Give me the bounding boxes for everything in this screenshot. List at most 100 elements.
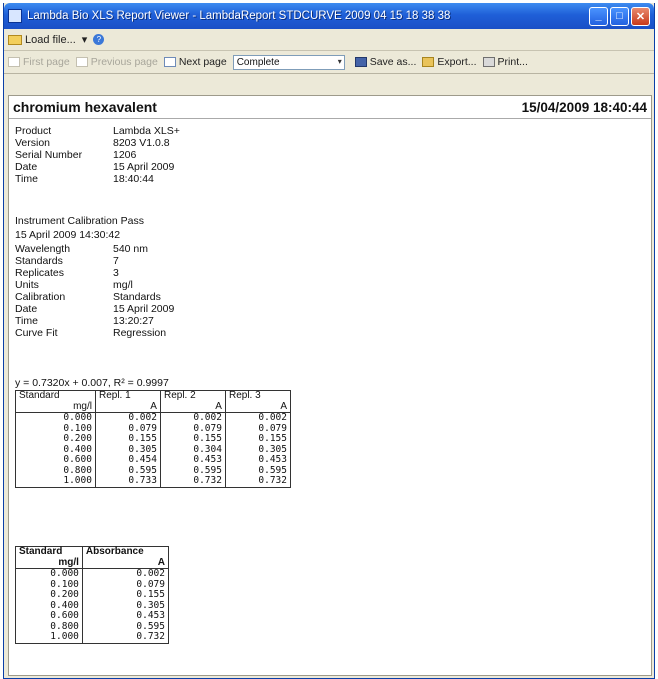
column-header-unit: A xyxy=(157,556,165,568)
table-cell: 0.000 xyxy=(15,412,96,424)
report-viewer-window: Lambda Bio XLS Report Viewer - LambdaRep… xyxy=(3,3,655,679)
app-icon xyxy=(8,9,22,23)
table-cell: 0.155 xyxy=(94,433,161,445)
table-cell: 0.454 xyxy=(94,454,161,466)
column-header-unit: A xyxy=(280,400,287,412)
report-header: chromium hexavalent 15/04/2009 18:40:44 xyxy=(9,96,651,119)
minimize-button[interactable]: _ xyxy=(589,6,608,26)
table-cell: 0.000 xyxy=(15,568,83,580)
info-key: Version xyxy=(15,137,51,149)
calibration-row: Curve Fit Regression xyxy=(15,327,174,339)
table-cell: 0.453 xyxy=(224,454,292,466)
chevron-down-icon: ▾ xyxy=(337,56,342,66)
table-cell: 1.000 xyxy=(15,631,83,644)
table-cell: 0.155 xyxy=(81,589,170,601)
help-button[interactable]: ? xyxy=(93,34,105,45)
title-bar[interactable]: Lambda Bio XLS Report Viewer - LambdaRep… xyxy=(4,3,654,29)
calibration-key: Time xyxy=(15,315,38,327)
export-icon xyxy=(422,57,435,67)
calibration-key: Units xyxy=(15,279,39,291)
column-header-label: Standard xyxy=(19,546,63,557)
replicate-table: Standard mg/l Repl. 1A Repl. 2A Repl. 3A … xyxy=(15,390,292,488)
print-label: Print... xyxy=(497,56,528,68)
column-header: Repl. 3 A xyxy=(224,390,292,413)
table-cell: 0.732 xyxy=(224,475,292,488)
report-page[interactable]: chromium hexavalent 15/04/2009 18:40:44 … xyxy=(8,95,652,676)
absorbance-table: Standard mg/l Absorbance A 0.000 0.002 0.10… xyxy=(15,546,170,644)
calibration-value: 540 nm xyxy=(113,243,149,255)
table-header-row: Standard mg/l Absorbance A xyxy=(15,546,170,569)
info-key: Product xyxy=(15,125,52,137)
export-label: Export... xyxy=(437,56,477,68)
info-row: Product Lambda XLS+ xyxy=(15,125,180,137)
product-info: Product Lambda XLS+ Version 8203 V1.0.8 Se… xyxy=(15,125,180,185)
load-file-menu[interactable]: Load file... xyxy=(8,34,76,46)
previous-page-button[interactable]: Previous page xyxy=(75,56,158,68)
table-cell: 0.453 xyxy=(159,454,226,466)
window-title: Lambda Bio XLS Report Viewer - LambdaRep… xyxy=(27,10,451,22)
calibration-value: mg/l xyxy=(113,279,133,291)
table-header-row: Standard mg/l Repl. 1 A Repl. 2 A Repl. 3 A xyxy=(15,390,292,413)
calibration-key: Wavelength xyxy=(15,243,71,255)
load-file-dropdown[interactable]: ▾ xyxy=(82,33,88,46)
report-title: chromium hexavalent xyxy=(13,99,157,115)
calibration-key: Curve Fit xyxy=(15,327,58,339)
next-page-button[interactable]: Next page xyxy=(163,56,227,68)
calibration-row: Units mg/l xyxy=(15,279,174,291)
calibration-key: Calibration xyxy=(15,291,66,303)
calibration-value: 3 xyxy=(113,267,119,279)
export-button[interactable]: Export... xyxy=(422,56,477,68)
previous-page-icon xyxy=(75,57,88,67)
next-page-label: Next page xyxy=(178,56,227,68)
first-page-button[interactable]: First page xyxy=(8,56,70,68)
table-cell: 0.600 xyxy=(15,610,83,622)
close-button[interactable]: ✕ xyxy=(631,6,650,26)
next-page-icon xyxy=(163,57,176,67)
column-header: Standard mg/l xyxy=(15,546,83,569)
info-value: 15 April 2009 xyxy=(113,161,175,173)
calibration-row: Standards 7 xyxy=(15,255,174,267)
maximize-button[interactable]: □ xyxy=(610,6,629,26)
table-cell: 0.002 xyxy=(81,568,170,580)
info-row: Date 15 April 2009 xyxy=(15,161,180,173)
calibration-info: Wavelength 540 nm Standards 7 Replicates 3 … xyxy=(15,243,174,339)
info-key: Date xyxy=(15,161,38,173)
calibration-key: Standards xyxy=(15,255,63,267)
first-page-icon xyxy=(8,57,20,67)
calibration-datetime: 15 April 2009 14:30:42 xyxy=(15,229,121,241)
table-cell: 0.002 xyxy=(224,412,292,424)
print-button[interactable]: Print... xyxy=(482,56,528,68)
table-cell: 0.453 xyxy=(81,610,170,622)
table-row: 0.600 0.453 xyxy=(15,610,170,622)
regression-equation: y = 0.7320x + 0.007, R² = 0.9997 xyxy=(15,377,169,389)
calibration-value: 13:20:27 xyxy=(113,315,154,327)
calibration-value: 15 April 2009 xyxy=(113,303,175,315)
table-cell: 0.200 xyxy=(15,433,96,445)
calibration-value: 7 xyxy=(113,255,119,267)
table-cell: 0.732 xyxy=(81,631,170,644)
column-header-label: Standard xyxy=(19,390,60,401)
table-row: 0.600 0.454 0.453 0.453 xyxy=(15,454,292,466)
table-cell: 0.733 xyxy=(94,475,161,488)
table-cell: 0.200 xyxy=(15,589,83,601)
save-as-button[interactable]: Save as... xyxy=(354,56,417,68)
save-as-label: Save as... xyxy=(369,56,417,68)
toolbar: First page Previous page Next page Compl… xyxy=(4,51,654,74)
info-key: Serial Number xyxy=(15,149,83,161)
column-header-unit: A xyxy=(150,400,157,412)
table-cell: 0.002 xyxy=(94,412,161,424)
table-cell: 0.155 xyxy=(159,433,226,445)
info-value: 18:40:44 xyxy=(113,173,154,185)
table-row: 0.200 0.155 0.155 0.155 xyxy=(15,433,292,445)
table-row: 0.200 0.155 xyxy=(15,589,170,601)
column-header-label: Absorbance xyxy=(85,546,144,557)
column-header-label: Repl. 2 xyxy=(163,390,196,401)
table-cell: 0.732 xyxy=(159,475,226,488)
zoom-select[interactable]: Complete ▾ xyxy=(232,54,345,70)
table-cell: 1.000 xyxy=(15,475,96,488)
table-cell: 0.600 xyxy=(15,454,96,466)
table-row: 1.000 0.733 0.732 0.732 xyxy=(15,475,292,488)
column-header-unit: A xyxy=(215,400,222,412)
table-cell: 0.002 xyxy=(159,412,226,424)
column-header: Repl. 1 A xyxy=(94,390,161,413)
